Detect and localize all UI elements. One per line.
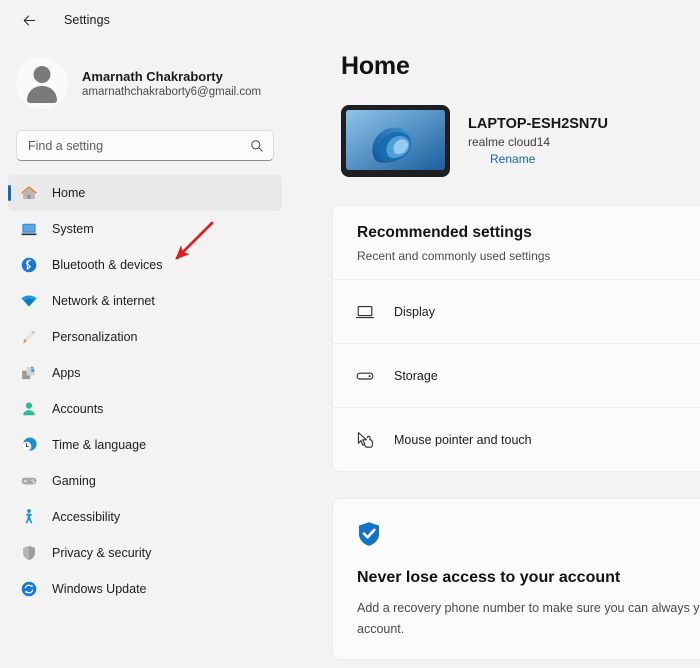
- blue-shield-check-icon: [359, 522, 379, 546]
- sidebar-item-bluetooth-devices[interactable]: Bluetooth & devices: [8, 247, 282, 283]
- bluetooth-icon: [21, 257, 37, 273]
- search-container: [0, 112, 290, 161]
- sidebar-item-gaming[interactable]: Gaming: [8, 463, 282, 499]
- home-icon: [21, 186, 37, 200]
- sidebar-item-home[interactable]: Home: [8, 175, 282, 211]
- clock-globe-icon: [21, 437, 37, 452]
- page-title: Home: [341, 52, 410, 80]
- sidebar-item-windows-update[interactable]: Windows Update: [8, 571, 282, 607]
- windows-bloom-wallpaper: [346, 110, 445, 170]
- back-button[interactable]: [14, 5, 44, 35]
- sidebar-item-label: System: [52, 222, 94, 236]
- card-header: Recommended settings Recent and commonly…: [333, 206, 700, 279]
- settings-row-display[interactable]: Display: [333, 279, 700, 343]
- search-icon: [251, 139, 263, 152]
- account-block[interactable]: Amarnath Chakraborty amarnathchakraborty…: [0, 40, 290, 112]
- search-box[interactable]: [16, 130, 274, 161]
- settings-row-storage[interactable]: Storage: [333, 343, 700, 407]
- apps-icon: [22, 365, 35, 380]
- sidebar-item-label: Home: [52, 186, 86, 200]
- account-recovery-title: Never lose access to your account: [357, 569, 621, 586]
- sidebar-nav: Home System Bluetooth & devices Network …: [0, 175, 290, 607]
- back-arrow-icon: [23, 14, 35, 26]
- sidebar-item-label: Apps: [52, 366, 81, 380]
- accessibility-icon: [25, 509, 33, 524]
- account-email: amarnathchakraborty6@gmail.com: [82, 85, 262, 98]
- rename-link[interactable]: Rename: [490, 152, 535, 166]
- sidebar-item-label: Accounts: [52, 402, 104, 416]
- settings-window: Settings Amarnath Chakraborty amarnathch…: [0, 0, 700, 668]
- wifi-icon: [21, 295, 37, 307]
- settings-row-label: Storage: [394, 368, 438, 383]
- sidebar-item-accounts[interactable]: Accounts: [8, 391, 282, 427]
- search-input[interactable]: [17, 131, 273, 160]
- settings-row-label: Mouse pointer and touch: [394, 432, 532, 447]
- monitor-icon: [356, 305, 374, 318]
- person-avatar-icon: [16, 57, 68, 109]
- titlebar: Settings: [0, 0, 700, 40]
- accounts-icon: [23, 402, 35, 416]
- sidebar-item-personalization[interactable]: Personalization: [8, 319, 282, 355]
- device-summary: LAPTOP-ESH2SN7U realme cloud14 Rename: [290, 81, 700, 177]
- account-text: Amarnath Chakraborty amarnathchakraborty…: [82, 69, 261, 98]
- window-title: Settings: [64, 13, 110, 27]
- sidebar-item-label: Time & language: [52, 438, 147, 452]
- account-recovery-body: Add a recovery phone number to make sure…: [357, 601, 700, 636]
- sidebar-item-label: Bluetooth & devices: [52, 258, 163, 272]
- update-icon: [21, 581, 37, 597]
- gamepad-icon: [21, 477, 37, 485]
- sidebar: Amarnath Chakraborty amarnathchakraborty…: [0, 40, 290, 668]
- cursor-touch-icon: [357, 431, 373, 448]
- paintbrush-icon: [23, 330, 36, 344]
- sidebar-item-accessibility[interactable]: Accessibility: [8, 499, 282, 535]
- recommended-settings-card: Recommended settings Recent and commonly…: [332, 205, 700, 472]
- sidebar-item-label: Network & internet: [52, 294, 155, 308]
- drive-icon: [356, 372, 374, 380]
- main-content: Home LAPTOP-ESH2SN7U realme cloud14 Rena…: [290, 40, 700, 668]
- sidebar-item-label: Personalization: [52, 330, 138, 344]
- account-name: Amarnath Chakraborty: [82, 68, 223, 84]
- account-recovery-card: Never lose access to your account Add a …: [332, 498, 700, 661]
- card-subtitle: Recent and commonly used settings: [357, 249, 551, 263]
- card-title: Recommended settings: [357, 224, 532, 241]
- sidebar-item-label: Gaming: [52, 474, 96, 488]
- device-info: LAPTOP-ESH2SN7U realme cloud14 Rename: [468, 116, 608, 166]
- sidebar-item-label: Accessibility: [52, 510, 121, 524]
- settings-row-label: Display: [394, 304, 435, 319]
- shield-icon: [23, 545, 35, 561]
- device-name: LAPTOP-ESH2SN7U: [468, 116, 608, 132]
- system-icon: [21, 223, 37, 236]
- sidebar-item-label: Privacy & security: [52, 546, 152, 560]
- sidebar-item-apps[interactable]: Apps: [8, 355, 282, 391]
- sidebar-item-system[interactable]: System: [8, 211, 282, 247]
- sidebar-item-time-language[interactable]: Time & language: [8, 427, 282, 463]
- sidebar-item-network-internet[interactable]: Network & internet: [8, 283, 282, 319]
- sidebar-item-label: Windows Update: [52, 582, 147, 596]
- sidebar-item-privacy-security[interactable]: Privacy & security: [8, 535, 282, 571]
- device-subtitle: realme cloud14: [468, 135, 551, 149]
- settings-row-mouse-pointer-touch[interactable]: Mouse pointer and touch: [333, 407, 700, 471]
- device-thumbnail: [341, 105, 450, 177]
